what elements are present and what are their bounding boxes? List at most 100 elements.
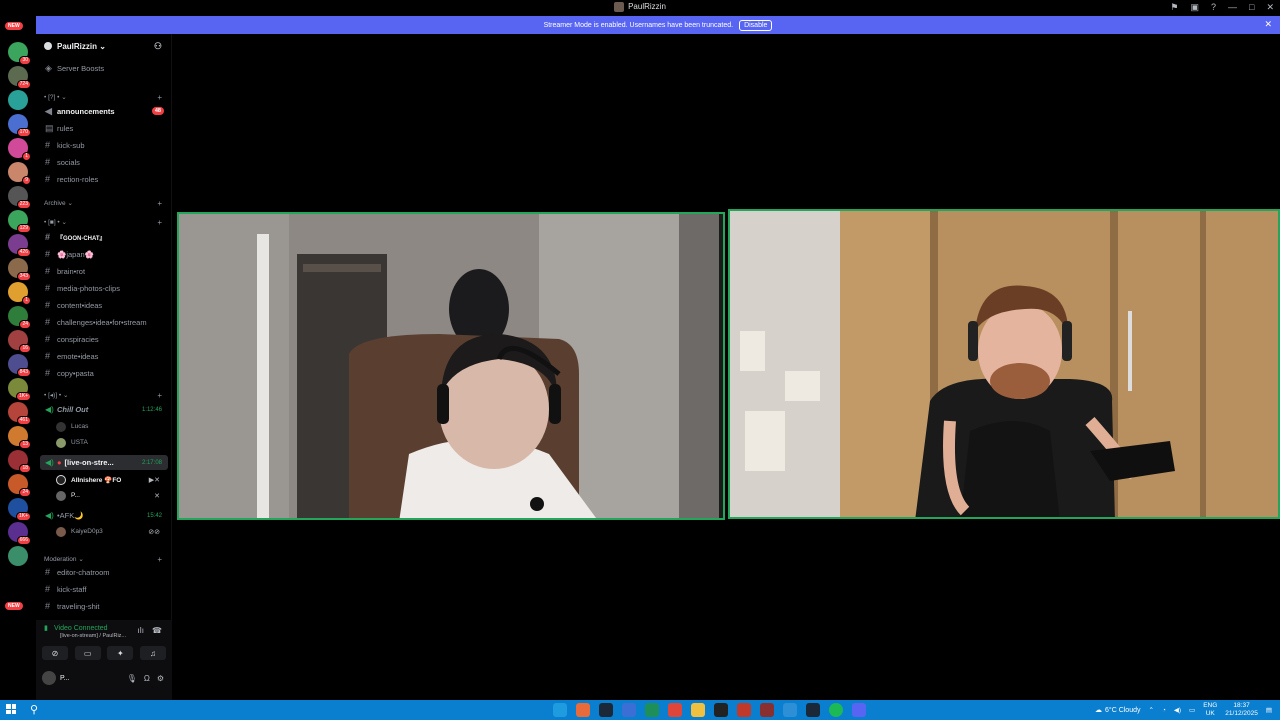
- voice-user[interactable]: USTA: [56, 435, 168, 450]
- channel-kick-staff[interactable]: # kick-staff: [36, 581, 172, 597]
- server-icon[interactable]: 24: [8, 306, 31, 329]
- server-icon[interactable]: 1K+: [8, 498, 31, 521]
- video-tile-right[interactable]: [728, 209, 1280, 519]
- add-channel-icon[interactable]: +: [157, 218, 162, 227]
- disable-button[interactable]: Disable: [739, 19, 773, 31]
- server-icon[interactable]: 461: [8, 402, 31, 425]
- server-icon[interactable]: 18: [8, 450, 31, 473]
- server-icon[interactable]: [8, 546, 28, 566]
- channel-editor-chatroom[interactable]: # editor-chatroom: [36, 564, 172, 580]
- channel-rules[interactable]: ▤ rules: [36, 120, 172, 136]
- monitor-icon[interactable]: ▣: [1190, 2, 1199, 13]
- voice-user[interactable]: Lucas: [56, 419, 168, 434]
- channel-socials[interactable]: # socials: [36, 154, 172, 170]
- category-header[interactable]: • [?] • ⌄ +: [36, 90, 172, 104]
- chrome-icon[interactable]: [668, 703, 682, 717]
- language-indicator[interactable]: ENG UK: [1203, 702, 1217, 718]
- video-tile-left[interactable]: [177, 212, 725, 520]
- app-icon[interactable]: [645, 703, 659, 717]
- server-icon[interactable]: 9: [8, 162, 31, 185]
- search-icon[interactable]: ⚲: [30, 703, 38, 716]
- spotify-icon[interactable]: [829, 703, 843, 717]
- app-icon[interactable]: [783, 703, 797, 717]
- channel-media[interactable]: # media-photos-clips: [36, 280, 172, 296]
- steam-icon[interactable]: [599, 703, 613, 717]
- pin-icon[interactable]: ⚑: [1170, 2, 1178, 13]
- server-icon[interactable]: 843: [8, 354, 31, 377]
- server-header[interactable]: PaulRizzin ⌄ ⚇: [36, 34, 172, 58]
- notification-icon[interactable]: ▤: [1266, 706, 1272, 714]
- activities-button[interactable]: ✦: [107, 646, 134, 660]
- app-icon[interactable]: [576, 703, 590, 717]
- chevron-up-icon[interactable]: ⌃: [1148, 706, 1153, 714]
- app-icon[interactable]: [760, 703, 774, 717]
- channel-copy-pasta[interactable]: # copy•pasta: [36, 365, 172, 381]
- voice-channel-afk[interactable]: ◀) •AFK🌙 15:42: [40, 508, 168, 523]
- server-icon[interactable]: 724: [8, 66, 31, 89]
- server-icon[interactable]: 1K+: [8, 378, 31, 401]
- battery-icon[interactable]: ▭: [1189, 706, 1195, 714]
- server-icon[interactable]: 24: [8, 474, 31, 497]
- voice-channel-live-on-stream[interactable]: ◀) ● [live-on-stre... 2:17:08: [40, 455, 168, 470]
- channel-emote-ideas[interactable]: # emote•ideas: [36, 348, 172, 364]
- voice-user[interactable]: Allnishere 🍄FO ▶✕: [56, 472, 168, 487]
- gear-icon[interactable]: ⚙: [157, 674, 164, 683]
- add-channel-icon[interactable]: +: [157, 93, 162, 102]
- app-icon[interactable]: [737, 703, 751, 717]
- server-icon[interactable]: 1: [8, 282, 31, 305]
- server-icon[interactable]: 343: [8, 258, 31, 281]
- disconnect-icon[interactable]: ☎: [152, 626, 162, 635]
- channel-conspiracies[interactable]: # conspiracies: [36, 331, 172, 347]
- server-icon[interactable]: 170: [8, 114, 31, 137]
- category-archive[interactable]: Archive ⌄ +: [36, 196, 172, 210]
- category-header[interactable]: • [■] • ⌄ +: [36, 215, 172, 229]
- weather-widget[interactable]: ☁ 6°C Cloudy: [1095, 706, 1140, 715]
- file-explorer-icon[interactable]: [691, 703, 705, 717]
- camera-off-button[interactable]: ⊘: [42, 646, 68, 660]
- voice-channel-chill-out[interactable]: ◀) Chill Out 1:12:46: [40, 402, 168, 417]
- wifi-icon[interactable]: ◔: [1162, 707, 1166, 714]
- app-icon[interactable]: [622, 703, 636, 717]
- speaker-icon[interactable]: ◀): [1174, 706, 1181, 714]
- noise-suppression-icon[interactable]: ıIı: [137, 626, 144, 635]
- invite-people-icon[interactable]: ⚇: [154, 41, 162, 52]
- server-icon[interactable]: 666: [8, 522, 31, 545]
- add-channel-icon[interactable]: +: [157, 391, 162, 400]
- maximize-icon[interactable]: □: [1249, 2, 1254, 13]
- steam-icon[interactable]: [806, 703, 820, 717]
- voice-user[interactable]: P... ✕: [56, 488, 168, 503]
- discord-icon[interactable]: [852, 703, 866, 717]
- headphones-icon[interactable]: Ω: [144, 674, 150, 683]
- close-window-icon[interactable]: ✕: [1266, 2, 1274, 13]
- channel-kick-sub[interactable]: # kick-sub: [36, 137, 172, 153]
- category-voice[interactable]: • [◂)] • ⌄ +: [36, 388, 172, 402]
- add-channel-icon[interactable]: +: [157, 199, 162, 208]
- windows-start-icon[interactable]: [6, 704, 16, 714]
- microphone-icon[interactable]: 🎙: [127, 674, 137, 683]
- channel-goon-chat[interactable]: # 『GOON-CHAT』: [36, 229, 172, 245]
- channel-japan[interactable]: # 🌸japan🌸: [36, 246, 172, 262]
- screen-share-button[interactable]: ▭: [74, 646, 101, 660]
- minimize-icon[interactable]: —: [1228, 2, 1237, 13]
- server-icon[interactable]: 426: [8, 234, 31, 257]
- clock[interactable]: 18:37 21/12/2025: [1225, 702, 1258, 718]
- channel-brain-rot[interactable]: # brain•rot: [36, 263, 172, 279]
- channel-announcements[interactable]: ◀ announcements 48: [36, 103, 172, 119]
- help-icon[interactable]: ?: [1211, 2, 1216, 13]
- server-icon[interactable]: 129: [8, 210, 31, 233]
- add-channel-icon[interactable]: +: [157, 555, 162, 564]
- soundboard-button[interactable]: ♫: [139, 646, 166, 660]
- server-icon[interactable]: 1: [8, 138, 31, 161]
- server-icon[interactable]: 30: [8, 42, 31, 65]
- channel-content-ideas[interactable]: # content•ideas: [36, 297, 172, 313]
- username[interactable]: P...: [60, 675, 70, 682]
- avatar[interactable]: [42, 671, 56, 685]
- server-icon[interactable]: 223: [8, 186, 31, 209]
- edge-icon[interactable]: [553, 703, 567, 717]
- server-icon[interactable]: [8, 90, 28, 110]
- channel-traveling[interactable]: # traveling-shit: [36, 598, 172, 614]
- voice-user[interactable]: KaiyeD0p3 ⊘⊘: [56, 524, 168, 539]
- voice-channel-path[interactable]: [live-on-stream] / PaulRiz...: [60, 633, 126, 639]
- server-icon[interactable]: 16: [8, 330, 31, 353]
- channel-challenges[interactable]: # challenges•idea•for•stream: [36, 314, 172, 330]
